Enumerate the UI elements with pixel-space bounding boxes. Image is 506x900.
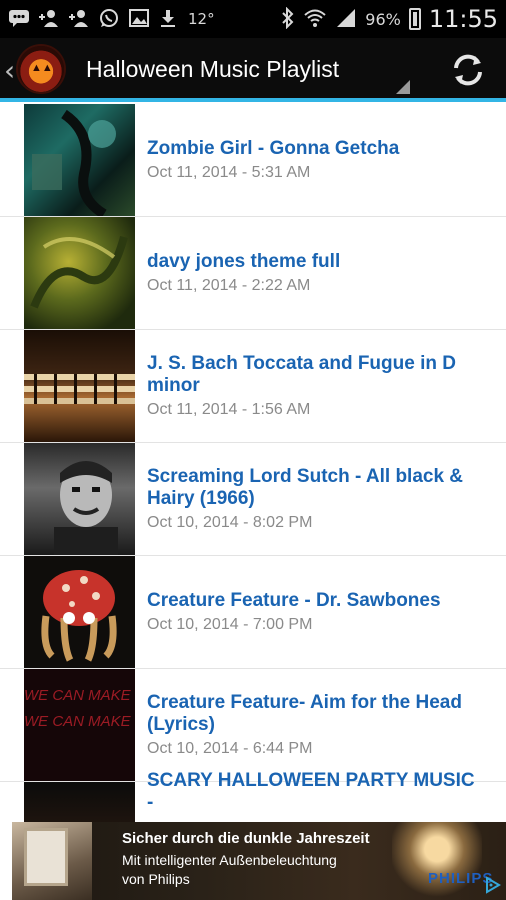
- video-thumbnail: WE CAN MAKE IT WE CAN MAKE IT: [24, 669, 135, 781]
- whatsapp-icon: [98, 8, 120, 31]
- track-title: davy jones theme full: [147, 251, 341, 272]
- system-indicators: 96% 11:55: [281, 0, 498, 38]
- list-item-text: Creature Feature - Dr. Sawbones Oct 10, …: [147, 556, 476, 668]
- ad-left-strip: [0, 822, 12, 900]
- list-item[interactable]: J. S. Bach Toccata and Fugue in D minor …: [0, 330, 506, 443]
- list-item[interactable]: WE CAN MAKE IT WE CAN MAKE IT Creature F…: [0, 669, 506, 782]
- video-thumbnail: [24, 217, 135, 329]
- ad-body-line: Mit intelligenter Außenbeleuchtung: [122, 852, 337, 868]
- refresh-button[interactable]: [448, 50, 488, 90]
- track-title: SCARY HALLOWEEN PARTY MUSIC -: [147, 770, 475, 813]
- track-date: Oct 11, 2014 - 2:22 AM: [147, 277, 311, 294]
- pumpkin-face-icon: ▲▲: [31, 62, 53, 74]
- ad-choices-icon[interactable]: [484, 876, 502, 894]
- ad-lamp-image: [392, 822, 482, 900]
- track-date: Oct 11, 2014 - 5:31 AM: [147, 164, 311, 181]
- back-chevron-icon[interactable]: ‹: [4, 54, 15, 87]
- playlist: Zombie Girl - Gonna Getcha Oct 11, 2014 …: [0, 104, 506, 822]
- bluetooth-icon: [281, 6, 295, 32]
- image-icon: [128, 8, 150, 31]
- track-title: Zombie Girl - Gonna Getcha: [147, 138, 400, 159]
- list-item[interactable]: Creature Feature - Dr. Sawbones Oct 10, …: [0, 556, 506, 669]
- signal-icon: [335, 7, 357, 32]
- add-user-icon: [68, 8, 90, 31]
- track-title: Creature Feature - Dr. Sawbones: [147, 590, 441, 611]
- battery-percent: 96%: [365, 9, 401, 29]
- download-icon: [158, 8, 178, 31]
- track-title: Screaming Lord Sutch - All black & Hairy…: [147, 466, 464, 509]
- list-item-text: Zombie Girl - Gonna Getcha Oct 11, 2014 …: [147, 104, 476, 216]
- track-date: Oct 10, 2014 - 7:00 PM: [147, 616, 313, 633]
- ad-image: [12, 822, 92, 900]
- status-bar: 12° 96% 11:55: [0, 0, 506, 38]
- wifi-icon: [303, 7, 327, 32]
- list-item[interactable]: SCARY HALLOWEEN PARTY MUSIC -: [0, 770, 506, 822]
- track-title: Creature Feature- Aim for the Head (Lyri…: [147, 692, 462, 735]
- track-date: Oct 10, 2014 - 6:44 PM: [147, 740, 313, 757]
- video-thumbnail: [24, 443, 135, 555]
- thumbnail-caption: WE CAN MAKE IT: [24, 713, 135, 730]
- list-item-text: Screaming Lord Sutch - All black & Hairy…: [147, 443, 476, 555]
- track-date: Oct 10, 2014 - 8:02 PM: [147, 514, 313, 531]
- ad-banner[interactable]: Sicher durch die dunkle Jahreszeit Mit i…: [0, 822, 506, 900]
- refresh-icon: [454, 54, 482, 86]
- clock: 11:55: [428, 5, 498, 33]
- add-user-icon: [38, 8, 60, 31]
- list-item[interactable]: Screaming Lord Sutch - All black & Hairy…: [0, 443, 506, 556]
- thumbnail-caption: WE CAN MAKE IT: [24, 687, 135, 704]
- list-item-text: SCARY HALLOWEEN PARTY MUSIC -: [147, 770, 476, 822]
- video-thumbnail: [24, 104, 135, 216]
- list-item-text: davy jones theme full Oct 11, 2014 - 2:2…: [147, 217, 476, 329]
- action-bar: ‹ ▲▲ Halloween Music Playlist: [0, 38, 506, 102]
- track-date: Oct 11, 2014 - 1:56 AM: [147, 401, 311, 418]
- page-title: Halloween Music Playlist: [86, 56, 340, 82]
- ad-body-line: von Philips: [122, 871, 190, 887]
- video-thumbnail: [24, 782, 135, 822]
- list-item-text: J. S. Bach Toccata and Fugue in D minor …: [147, 330, 476, 442]
- overflow-indicator: [396, 80, 410, 94]
- chat-icon: [8, 8, 30, 31]
- video-thumbnail: [24, 556, 135, 668]
- video-thumbnail: [24, 330, 135, 442]
- app-logo[interactable]: ▲▲: [18, 46, 64, 92]
- temperature-text: 12°: [188, 10, 215, 28]
- battery-icon: [408, 8, 421, 30]
- ad-headline: Sicher durch die dunkle Jahreszeit: [122, 830, 370, 847]
- notification-icons: 12°: [0, 8, 215, 31]
- list-item[interactable]: Zombie Girl - Gonna Getcha Oct 11, 2014 …: [0, 104, 506, 217]
- list-item-text: Creature Feature- Aim for the Head (Lyri…: [147, 669, 476, 781]
- track-title: J. S. Bach Toccata and Fugue in D minor: [147, 353, 456, 396]
- list-item[interactable]: davy jones theme full Oct 11, 2014 - 2:2…: [0, 217, 506, 330]
